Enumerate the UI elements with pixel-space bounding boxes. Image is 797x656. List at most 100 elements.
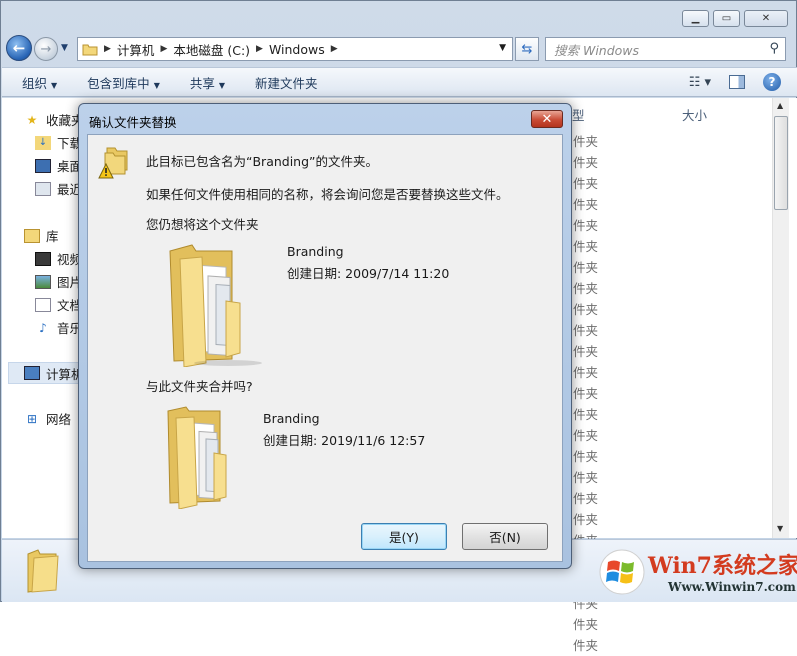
message-files: 如果任何文件使用相同的名称，将会询问您是否要替换这些文件。 <box>146 187 509 202</box>
computer-icon <box>24 366 40 380</box>
folder-icon <box>82 44 98 56</box>
sidebar-item-libraries[interactable]: 库 <box>24 226 59 245</box>
type-cell: 件夹 <box>573 134 599 149</box>
minimize-button[interactable]: ▁ <box>682 10 709 27</box>
scroll-down-icon[interactable]: ▼ <box>777 524 783 533</box>
watermark: Win7系统之家 Www.Winwin7.com <box>598 546 797 598</box>
window-controls: ▁ ▭ ✕ <box>682 10 788 27</box>
sidebar-item-videos[interactable]: 视频 <box>35 249 82 268</box>
caret-down-icon: ▼ <box>153 80 160 90</box>
sidebar-item-documents[interactable]: 文档 <box>35 295 82 314</box>
question-source: 您仍想将这个文件夹 <box>146 217 259 232</box>
sidebar-item-favorites[interactable]: ★ 收藏夹 <box>24 110 84 129</box>
sidebar-item-pictures[interactable]: 图片 <box>35 272 82 291</box>
address-dropdown-icon[interactable]: ▼ <box>499 43 506 53</box>
type-cell: 件夹 <box>573 344 599 359</box>
scroll-up-icon[interactable]: ▲ <box>777 101 783 110</box>
preview-pane-icon[interactable] <box>729 75 745 89</box>
arrow-left-icon: ← <box>12 39 26 57</box>
folder-warning-icon <box>98 147 128 179</box>
recent-places-icon <box>35 181 51 196</box>
target-folder-name: Branding <box>263 411 320 426</box>
arrow-right-icon: → <box>40 41 52 57</box>
picture-icon <box>35 274 51 289</box>
sidebar-item-recent[interactable]: 最近 <box>35 179 82 198</box>
download-folder-icon: ↓ <box>35 135 51 150</box>
type-cell: 件夹 <box>573 218 599 233</box>
type-cell: 件夹 <box>573 638 599 653</box>
star-icon: ★ <box>26 112 38 127</box>
navigation-bar: ← → ▼ ▶ 计算机 ▶ 本地磁盘 (C:) ▶ Windows ▶ ▼ ⇆ … <box>1 33 796 63</box>
dialog-close-button[interactable]: ✕ <box>531 110 563 128</box>
share-menu[interactable]: 共享 ▼ <box>190 73 225 92</box>
dialog-title-bar: 确认文件夹替换 ✕ <box>79 104 571 134</box>
desktop-icon <box>35 158 51 173</box>
breadcrumb-local-disk[interactable]: 本地磁盘 (C:) <box>173 40 250 59</box>
vertical-scrollbar[interactable]: ▲ ▼ <box>772 98 789 538</box>
source-folder-icon[interactable] <box>166 241 266 367</box>
organize-menu[interactable]: 组织 ▼ <box>22 73 57 92</box>
sidebar-item-network[interactable]: ⊞ 网络 <box>24 409 71 428</box>
breadcrumb-separator-icon: ▶ <box>256 44 263 54</box>
refresh-icon: ⇆ <box>521 41 533 57</box>
watermark-title: Win7系统之家 <box>648 553 797 579</box>
windows-logo-icon <box>599 549 645 595</box>
sidebar-item-music[interactable]: ♪ 音乐 <box>35 318 82 337</box>
source-folder-date: 创建日期: 2009/7/14 11:20 <box>287 266 450 281</box>
caret-down-icon: ▼ <box>218 80 226 90</box>
type-cell: 件夹 <box>573 197 599 212</box>
search-icon[interactable]: ⚲ <box>769 41 779 56</box>
sidebar-item-downloads[interactable]: ↓ 下载 <box>35 133 82 152</box>
source-folder-name: Branding <box>287 244 344 259</box>
column-header-size[interactable]: 大小 <box>682 105 707 124</box>
change-view-icon[interactable]: ☷ ▾ <box>689 75 711 90</box>
target-folder-date: 创建日期: 2019/11/6 12:57 <box>263 433 426 448</box>
caret-down-icon: ▼ <box>51 80 58 90</box>
forward-button[interactable]: → <box>34 37 58 61</box>
toolbar-right: ☷ ▾ ? <box>689 73 781 91</box>
help-icon[interactable]: ? <box>763 73 781 91</box>
network-icon: ⊞ <box>26 411 38 426</box>
back-button[interactable]: ← <box>6 35 32 61</box>
yes-button[interactable]: 是(Y) <box>361 523 447 550</box>
type-cell: 件夹 <box>573 428 599 443</box>
maximize-button[interactable]: ▭ <box>713 10 740 27</box>
sidebar-item-desktop[interactable]: 桌面 <box>35 156 82 175</box>
include-in-library-menu[interactable]: 包含到库中 ▼ <box>87 73 160 92</box>
breadcrumb-separator-icon: ▶ <box>330 44 338 54</box>
title-bar: ▁ ▭ ✕ <box>1 1 796 33</box>
library-icon <box>24 228 40 243</box>
type-cell: 件夹 <box>573 407 599 422</box>
type-cell: 件夹 <box>573 365 599 380</box>
target-folder-icon[interactable] <box>164 403 248 509</box>
type-cell: 件夹 <box>573 302 599 317</box>
search-input[interactable]: 搜索 Windows ⚲ <box>545 37 786 61</box>
dialog-title: 确认文件夹替换 <box>89 115 177 130</box>
close-button[interactable]: ✕ <box>744 10 788 27</box>
breadcrumb-separator-icon: ▶ <box>160 44 168 54</box>
document-icon <box>35 297 51 312</box>
no-button[interactable]: 否(N) <box>462 523 548 550</box>
type-cell: 件夹 <box>573 491 599 506</box>
search-placeholder: 搜索 Windows <box>554 42 640 58</box>
dialog-body: 此目标已包含名为“Branding”的文件夹。 如果任何文件使用相同的名称，将会… <box>87 134 563 562</box>
type-cell: 件夹 <box>573 617 599 632</box>
type-cell: 件夹 <box>573 323 599 338</box>
confirm-folder-replace-dialog: 确认文件夹替换 ✕ 此目标已包含名为“Branding”的文件夹。 如果任何文件… <box>78 103 572 569</box>
refresh-button[interactable]: ⇆ <box>515 37 539 61</box>
breadcrumb-separator-icon: ▶ <box>104 44 111 54</box>
recent-pages-dropdown[interactable]: ▼ <box>61 43 68 53</box>
type-cell: 件夹 <box>573 281 599 296</box>
type-cell: 件夹 <box>573 449 599 464</box>
address-bar[interactable]: ▶ 计算机 ▶ 本地磁盘 (C:) ▶ Windows ▶ ▼ <box>77 37 513 61</box>
breadcrumb-windows[interactable]: Windows <box>269 42 325 57</box>
watermark-url: Www.Winwin7.com <box>668 580 796 594</box>
type-cell: 件夹 <box>573 386 599 401</box>
breadcrumb-computer[interactable]: 计算机 <box>117 40 155 59</box>
column-header-type[interactable]: 型 <box>572 105 585 124</box>
video-icon <box>35 251 51 266</box>
scrollbar-thumb[interactable] <box>774 116 788 210</box>
new-folder-button[interactable]: 新建文件夹 <box>255 73 318 92</box>
type-cell: 件夹 <box>573 470 599 485</box>
type-cell: 件夹 <box>573 260 599 275</box>
